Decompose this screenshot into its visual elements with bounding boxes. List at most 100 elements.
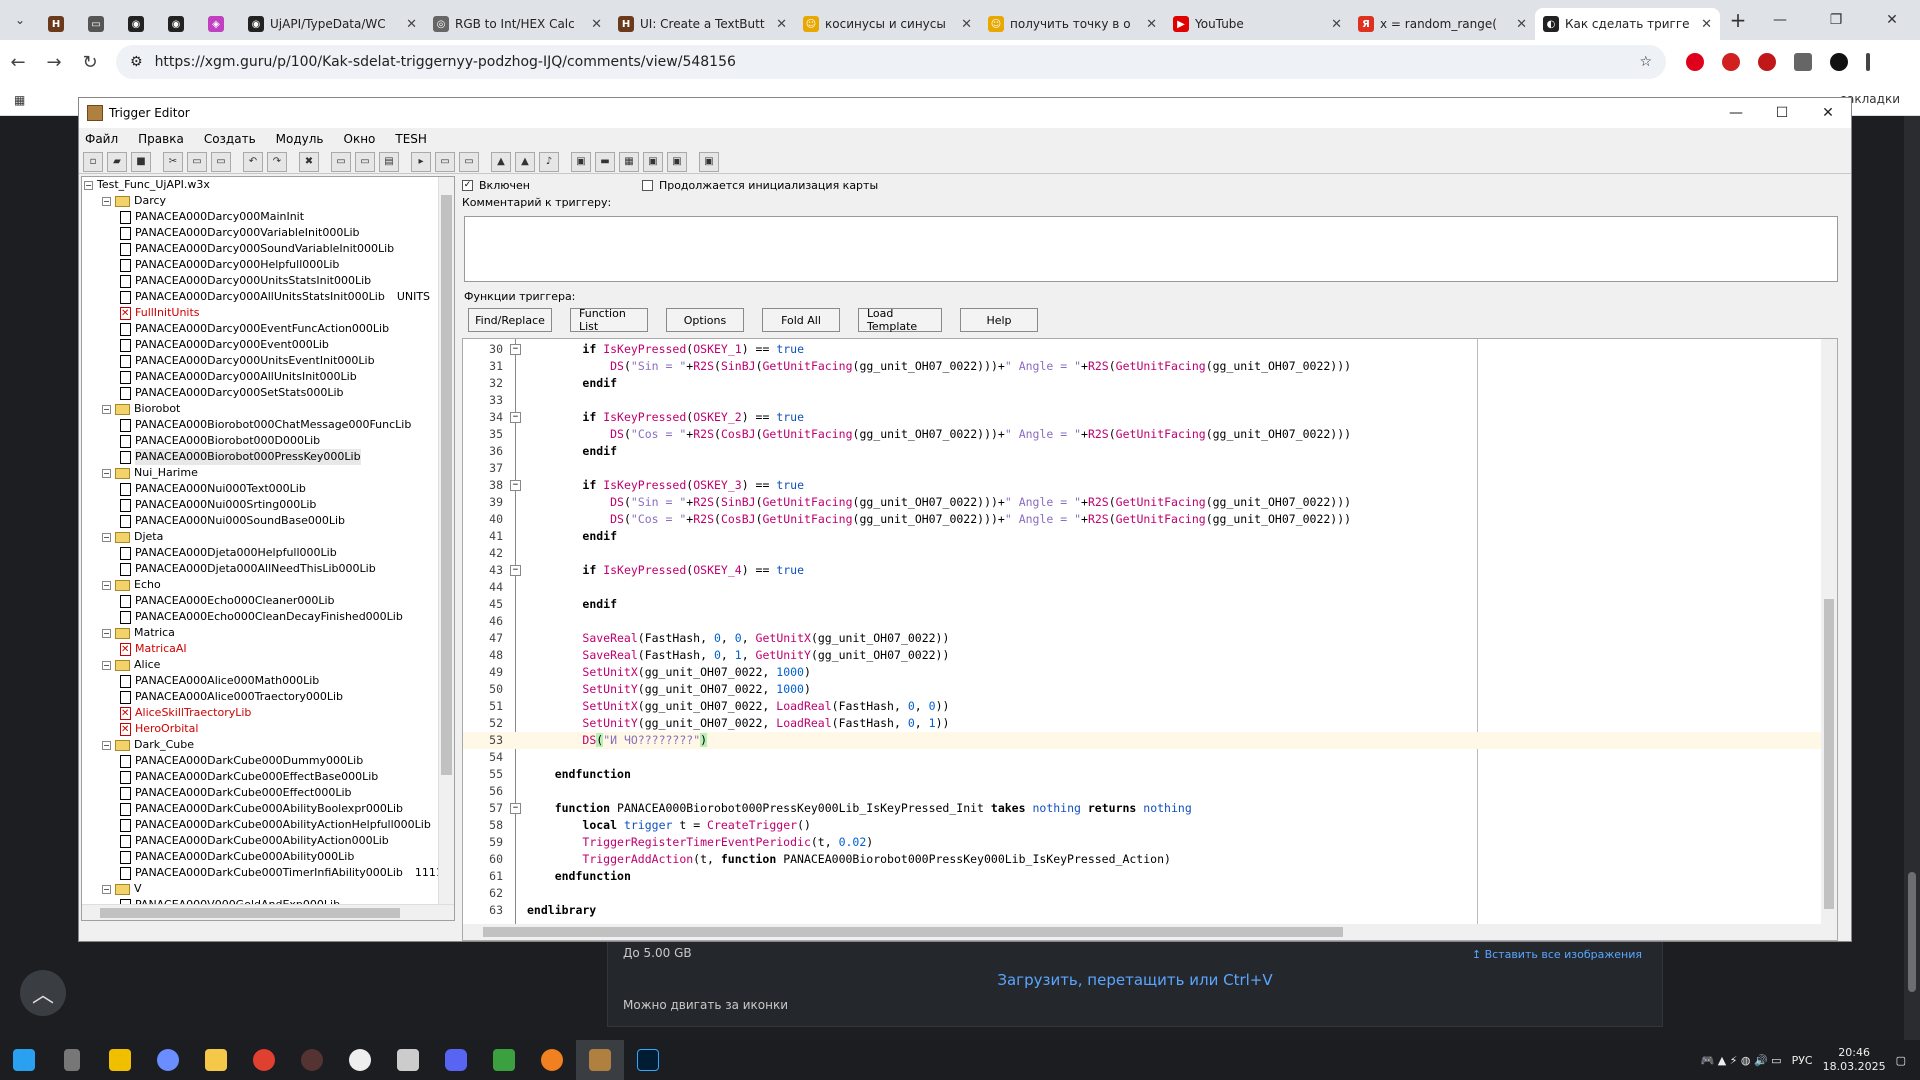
code-line[interactable]: 31 DS("Sin = "+R2S(SinBJ(GetUnitFacing(g…	[463, 358, 1823, 375]
taskbar-photoshop[interactable]	[624, 1040, 672, 1080]
code-line[interactable]: 52 SetUnitY(gg_unit_OH07_0022, LoadReal(…	[463, 715, 1823, 732]
minimize-icon[interactable]: —	[1752, 0, 1808, 40]
code-line[interactable]: 38− if IsKeyPressed(OSKEY_3) == true	[463, 477, 1823, 494]
tree-item[interactable]: PANACEA000Darcy000MainInit	[82, 209, 440, 225]
tree-item[interactable]: PANACEA000DarkCube000TimerInfiAbility000…	[82, 865, 440, 881]
site-info-icon[interactable]: ⚙	[130, 54, 143, 70]
toolbar-button-icon[interactable]: ✖	[299, 151, 319, 172]
tree-item[interactable]: PANACEA000DarkCube000EffectBase000Lib	[82, 769, 440, 785]
menu-item[interactable]: Правка	[138, 132, 184, 146]
menu-dots-icon[interactable]	[1866, 53, 1870, 71]
code-line[interactable]: 35 DS("Cos = "+R2S(CosBJ(GetUnitFacing(g…	[463, 426, 1823, 443]
tree-item[interactable]: MatricaAI	[82, 641, 440, 658]
tree-item[interactable]: PANACEA000Darcy000Event000Lib	[82, 337, 440, 353]
toolbar-button-icon[interactable]: ▭	[187, 151, 207, 172]
tree-folder[interactable]: − Biorobot	[82, 401, 440, 417]
tab-close-icon[interactable]: ✕	[961, 17, 972, 32]
tree-item[interactable]: PANACEA000DarkCube000Effect000Lib	[82, 785, 440, 801]
code-vscroll-thumb[interactable]	[1824, 599, 1834, 909]
toolbar-button-icon[interactable]: ↶	[243, 151, 263, 172]
collapse-toggle-icon[interactable]: −	[102, 580, 111, 590]
tab-close-icon[interactable]: ✕	[1701, 17, 1712, 32]
code-line[interactable]: 44	[463, 579, 1823, 596]
restore-icon[interactable]: ❐	[1808, 0, 1864, 40]
toolbar-button-icon[interactable]: ■	[131, 151, 151, 172]
toolbar-button-icon[interactable]: ▰	[107, 151, 127, 172]
browser-tab[interactable]: ◎ RGB to Int/HEX Calc ✕	[425, 8, 610, 40]
tree-item[interactable]: PANACEA000Darcy000SetStats000Lib	[82, 385, 440, 401]
browser-tab[interactable]: H UI: Create a TextButt ✕	[610, 8, 795, 40]
code-horizontal-scrollbar[interactable]	[463, 924, 1837, 940]
code-line[interactable]: 54	[463, 749, 1823, 766]
tree-item[interactable]: PANACEA000Djeta000AllNeedThisLib000Lib	[82, 561, 440, 577]
tree-item[interactable]: PANACEA000Darcy000UnitsEventInit000Lib	[82, 353, 440, 369]
tree-item[interactable]: PANACEA000Alice000Traectory000Lib	[82, 689, 440, 705]
code-line[interactable]: 46	[463, 613, 1823, 630]
taskbar-app-6[interactable]	[480, 1040, 528, 1080]
back-icon[interactable]: ←	[0, 52, 36, 73]
collapse-toggle-icon[interactable]: −	[102, 404, 111, 414]
tab-close-icon[interactable]: ✕	[776, 17, 787, 32]
collapse-toggle-icon[interactable]: −	[102, 740, 111, 750]
collapse-toggle-icon[interactable]: −	[102, 196, 111, 206]
upload-drop-zone[interactable]: Загрузить, перетащить или Ctrl+V	[608, 971, 1662, 989]
code-editor[interactable]: 30− if IsKeyPressed(OSKEY_1) == true 31 D…	[462, 338, 1838, 941]
tree-item[interactable]: PANACEA000Biorobot000PressKey000Lib	[82, 449, 440, 465]
tree-folder[interactable]: − Darcy	[82, 193, 440, 209]
reload-icon[interactable]: ↻	[72, 52, 108, 73]
toolbar-button-icon[interactable]: ↷	[267, 151, 287, 172]
page-scrollbar-thumb[interactable]	[1908, 872, 1916, 992]
function-button[interactable]: Function List	[570, 307, 648, 333]
tree-item[interactable]: PANACEA000Echo000Cleaner000Lib	[82, 593, 440, 609]
opera-icon[interactable]	[1686, 53, 1704, 71]
browser-tab[interactable]: ◉	[120, 8, 160, 40]
close-icon[interactable]: ✕	[1864, 0, 1920, 40]
toolbar-button-icon[interactable]: ▣	[643, 151, 663, 172]
code-line[interactable]: 33	[463, 392, 1823, 409]
tree-folder[interactable]: − Echo	[82, 577, 440, 593]
bookmark-star-icon[interactable]: ☆	[1639, 54, 1652, 70]
toolbar-button-icon[interactable]: ▭	[435, 151, 455, 172]
taskbar-app-2[interactable]	[144, 1040, 192, 1080]
fold-toggle-icon[interactable]: −	[510, 412, 521, 423]
comment-textarea[interactable]	[464, 216, 1838, 282]
taskbar-chrome[interactable]	[240, 1040, 288, 1080]
page-scrollbar[interactable]	[1904, 116, 1920, 1054]
tree-item[interactable]: − Test_Func_UjAPI.w3x	[82, 177, 440, 193]
code-line[interactable]: 40 DS("Cos = "+R2S(CosBJ(GetUnitFacing(g…	[463, 511, 1823, 528]
forward-icon[interactable]: →	[36, 52, 72, 73]
toolbar-button-icon[interactable]: ▣	[667, 151, 687, 172]
puzzle-icon[interactable]	[1794, 53, 1812, 71]
taskbar-blender[interactable]	[528, 1040, 576, 1080]
tree-item[interactable]: PANACEA000DarkCube000Dummy000Lib	[82, 753, 440, 769]
tree-item[interactable]: FullInitUnits	[82, 305, 440, 322]
tree-folder[interactable]: − Nui_Harime	[82, 465, 440, 481]
clock[interactable]: 20:46 18.03.2025	[1823, 1046, 1886, 1074]
scroll-to-top-button[interactable]: ︿	[20, 970, 66, 1016]
code-line[interactable]: 62	[463, 885, 1823, 902]
menu-item[interactable]: Создать	[204, 132, 256, 146]
code-line[interactable]: 60 TriggerAddAction(t, function PANACEA0…	[463, 851, 1823, 868]
code-line[interactable]: 59 TriggerRegisterTimerEventPeriodic(t, …	[463, 834, 1823, 851]
collapse-toggle-icon[interactable]: −	[102, 660, 111, 670]
collapse-toggle-icon[interactable]: −	[84, 180, 93, 190]
tree-vscroll-thumb[interactable]	[441, 195, 452, 775]
tree-item[interactable]: PANACEA000Darcy000UnitsStatsInit000Lib	[82, 273, 440, 289]
tree-item[interactable]: PANACEA000DarkCube000AbilityAction000Lib	[82, 833, 440, 849]
tab-close-icon[interactable]: ✕	[591, 17, 602, 32]
code-line[interactable]: 36 endif	[463, 443, 1823, 460]
toolbar-button-icon[interactable]: ▭	[459, 151, 479, 172]
menu-item[interactable]: Модуль	[276, 132, 324, 146]
browser-tab[interactable]: ▶ YouTube ✕	[1165, 8, 1350, 40]
editor-minimize-icon[interactable]: —	[1713, 98, 1759, 128]
code-line[interactable]: 56	[463, 783, 1823, 800]
taskbar-explorer[interactable]	[192, 1040, 240, 1080]
collapse-toggle-icon[interactable]: −	[102, 468, 111, 478]
toolbar-button-icon[interactable]: ▲	[491, 151, 511, 172]
code-hscroll-thumb[interactable]	[483, 927, 1343, 937]
tree-item[interactable]: PANACEA000Echo000CleanDecayFinished000Li…	[82, 609, 440, 625]
adblock-icon[interactable]	[1722, 53, 1740, 71]
code-line[interactable]: 57− function PANACEA000Biorobot000PressK…	[463, 800, 1823, 817]
browser-tab[interactable]: Яx = random_range(✕	[1350, 8, 1535, 40]
tree-folder[interactable]: − Djeta	[82, 529, 440, 545]
